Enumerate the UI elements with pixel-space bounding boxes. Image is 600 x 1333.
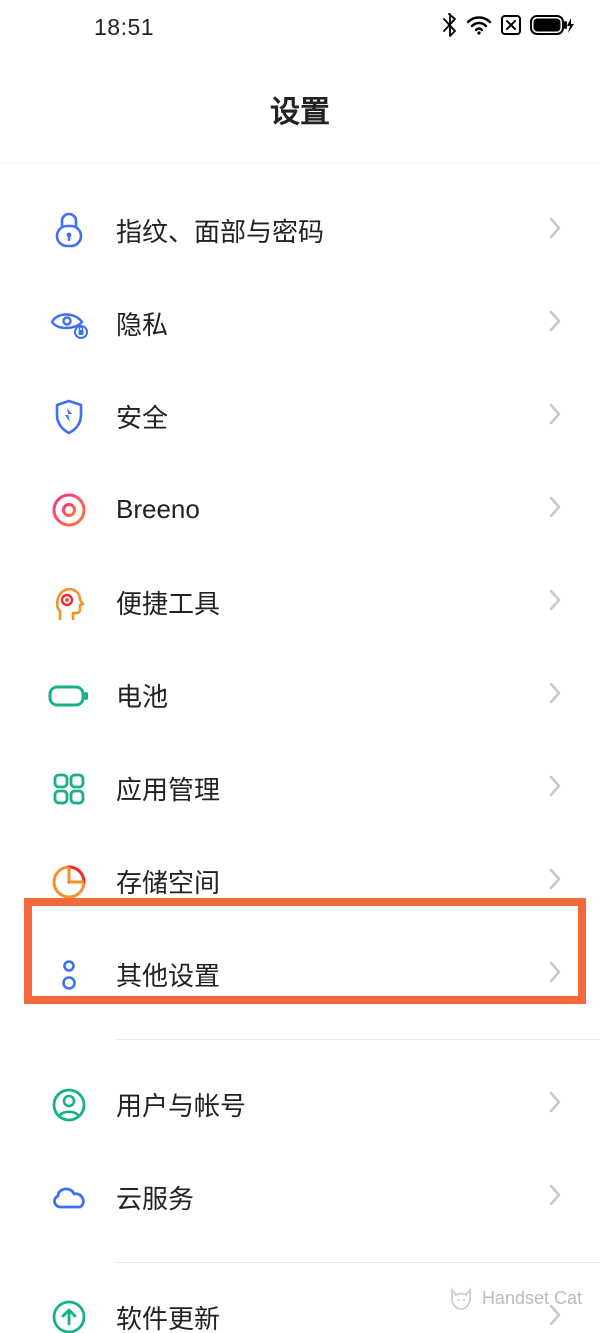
section-divider: [115, 1262, 600, 1263]
chevron-right-icon: [548, 588, 562, 617]
bluetooth-icon: [442, 13, 458, 42]
row-label: 电池: [116, 677, 548, 714]
chevron-right-icon: [548, 402, 562, 431]
row-label: 隐私: [116, 305, 548, 342]
row-storage[interactable]: 存储空间: [0, 835, 600, 928]
watermark-text: Handset Cat: [482, 1288, 582, 1309]
status-icons: [442, 13, 574, 42]
section-divider: [115, 1039, 600, 1040]
row-app-management[interactable]: 应用管理: [0, 742, 600, 835]
settings-list: 指纹、面部与密码 隐私 安全 Breeno: [0, 164, 600, 1333]
eye-lock-icon: [48, 303, 90, 345]
update-arrow-icon: [48, 1296, 90, 1333]
chevron-right-icon: [548, 1090, 562, 1119]
cloud-icon: [48, 1177, 90, 1219]
wifi-icon: [466, 14, 492, 41]
row-label: 安全: [116, 398, 548, 435]
chevron-right-icon: [548, 867, 562, 896]
row-users-accounts[interactable]: 用户与帐号: [0, 1058, 600, 1151]
close-box-icon: [500, 14, 522, 41]
chevron-right-icon: [548, 495, 562, 524]
status-bar: 18:51: [0, 0, 600, 54]
row-label: 用户与帐号: [116, 1086, 548, 1123]
row-label: 应用管理: [116, 770, 548, 807]
watermark: Handset Cat: [448, 1285, 582, 1311]
row-label: Breeno: [116, 494, 548, 525]
user-circle-icon: [48, 1084, 90, 1126]
row-battery[interactable]: 电池: [0, 649, 600, 742]
row-label: 指纹、面部与密码: [116, 212, 548, 249]
page-header: 设置: [0, 54, 600, 164]
pie-chart-icon: [48, 861, 90, 903]
row-fingerprint-face-password[interactable]: 指纹、面部与密码: [0, 184, 600, 277]
chevron-right-icon: [548, 774, 562, 803]
row-privacy[interactable]: 隐私: [0, 277, 600, 370]
row-label: 其他设置: [116, 956, 548, 993]
row-cloud-service[interactable]: 云服务: [0, 1151, 600, 1244]
head-gear-icon: [48, 582, 90, 624]
status-time: 18:51: [94, 14, 154, 41]
row-breeno[interactable]: Breeno: [0, 463, 600, 556]
chevron-right-icon: [548, 681, 562, 710]
chevron-right-icon: [548, 309, 562, 338]
cat-icon: [448, 1285, 474, 1311]
row-other-settings[interactable]: 其他设置: [0, 928, 600, 1021]
row-label: 云服务: [116, 1179, 548, 1216]
row-convenience-tools[interactable]: 便捷工具: [0, 556, 600, 649]
shield-icon: [48, 396, 90, 438]
battery-icon: [530, 14, 574, 41]
row-security[interactable]: 安全: [0, 370, 600, 463]
chevron-right-icon: [548, 216, 562, 245]
breeno-icon: [48, 489, 90, 531]
row-label: 存储空间: [116, 863, 548, 900]
battery-outline-icon: [48, 675, 90, 717]
page-title: 设置: [270, 87, 330, 131]
two-circles-icon: [48, 954, 90, 996]
lock-icon: [48, 210, 90, 252]
chevron-right-icon: [548, 1183, 562, 1212]
apps-grid-icon: [48, 768, 90, 810]
chevron-right-icon: [548, 960, 562, 989]
row-label: 便捷工具: [116, 584, 548, 621]
